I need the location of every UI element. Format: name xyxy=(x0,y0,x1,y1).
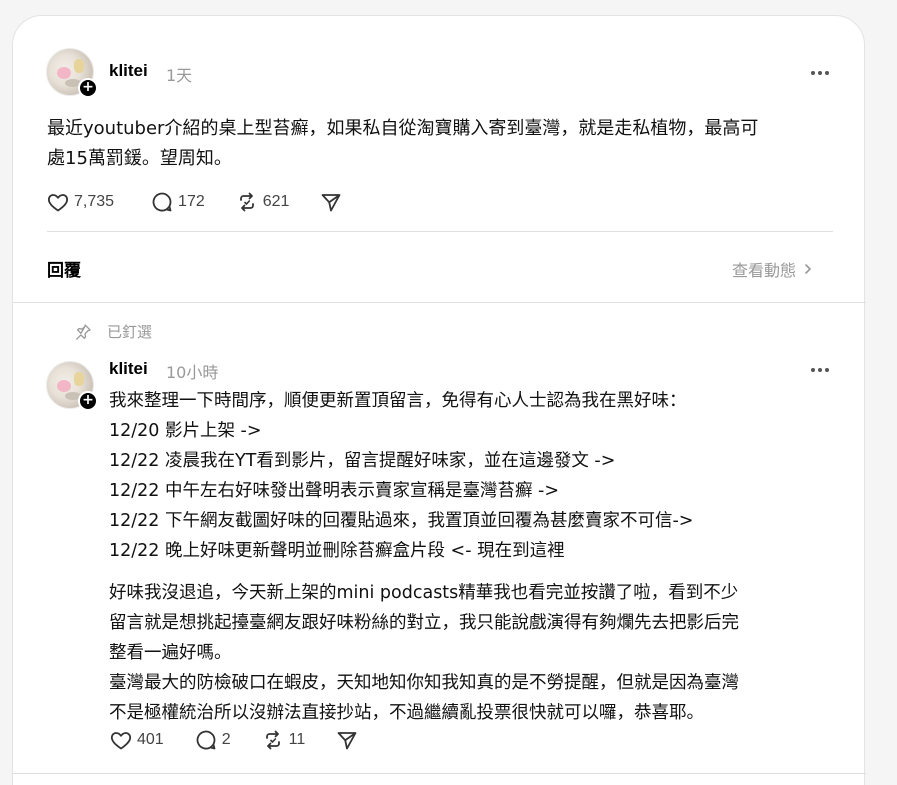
avatar[interactable]: + xyxy=(46,48,98,98)
like-count: 7,735 xyxy=(74,193,115,210)
repost-icon xyxy=(239,192,254,212)
reply-more-options-icon[interactable] xyxy=(809,364,831,376)
follow-plus-icon[interactable]: + xyxy=(78,78,98,98)
repost-count: 621 xyxy=(262,193,290,210)
reply-text-line: 好味我沒退追，今天新上架的mini podcasts精華我也看完並按讚了啦，看到… xyxy=(109,583,739,603)
send-icon xyxy=(322,194,341,212)
view-activity-label: 查看動態 xyxy=(732,261,797,280)
heart-icon xyxy=(110,732,132,750)
post-actions: 7,735 172 621 xyxy=(46,190,373,214)
more-options-icon[interactable] xyxy=(809,67,831,79)
reply-button[interactable]: 2 xyxy=(194,728,231,752)
reply-text-line: 12/22 下午網友截圖好味的回覆貼過來，我置頂並回覆為甚麼賣家不可信-> xyxy=(109,511,694,531)
share-button[interactable] xyxy=(335,728,359,752)
reply-avatar[interactable]: + xyxy=(46,361,98,411)
reply-text-line: 12/22 中午左右好味發出聲明表示賣家宣稱是臺灣苔癬 -> xyxy=(109,481,560,501)
post-body: 最近youtuber介紹的桌上型苔癬，如果私自從淘寶購入寄到臺灣，就是走私植物，… xyxy=(47,114,847,174)
reply-actions: 401 2 11 xyxy=(109,728,389,752)
pinned-indicator: 已釘選 xyxy=(73,321,152,342)
send-icon xyxy=(337,732,357,750)
like-button[interactable]: 7,735 xyxy=(46,190,114,214)
thread-card: + klitei 1天 最近youtuber介紹的桌上型苔癬，如果私自從淘寶購入… xyxy=(12,15,866,785)
reply-text-line: 整看一遍好嗎。 xyxy=(109,643,232,663)
repost-button[interactable]: 11 xyxy=(261,728,306,752)
reply-timestamp[interactable]: 10小時 xyxy=(166,359,218,383)
reply-text-line: 臺灣最大的防檢破口在蝦皮，天知地知你知我知真的是不勞提醒，但就是因為臺灣 xyxy=(109,673,739,693)
reply-text-line: 不是極權統治所以沒辦法直接抄站，不過繼續亂投票很快就可以囉，恭喜耶。 xyxy=(109,703,704,723)
reply-button[interactable]: 172 xyxy=(150,190,205,214)
post-text-line: 處15萬罰鍰。望周知。 xyxy=(47,148,232,169)
follow-plus-icon[interactable]: + xyxy=(78,391,98,411)
pinned-label: 已釘選 xyxy=(107,323,153,341)
like-button[interactable]: 401 xyxy=(109,728,164,752)
repost-button[interactable]: 621 xyxy=(235,190,290,214)
reply-text-line: 12/22 晚上好味更新聲明並刪除苔癬盒片段 <- 現在到這裡 xyxy=(109,541,565,561)
like-count: 401 xyxy=(137,731,164,748)
reply-count: 172 xyxy=(178,193,205,210)
comment-icon xyxy=(196,730,216,750)
divider xyxy=(47,231,833,232)
reply-username[interactable]: klitei xyxy=(109,359,148,379)
section-divider xyxy=(13,773,866,774)
reply-text-line: 12/22 凌晨我在YT看到影片，留言提醒好味家，並在這邊發文 -> xyxy=(109,451,616,471)
heart-icon xyxy=(47,194,69,212)
reply-body: 我來整理一下時間序，順便更新置頂留言，免得有心人士認為我在黑好味： 12/20 … xyxy=(109,386,849,728)
comment-icon xyxy=(152,192,172,212)
replies-heading: 回覆 xyxy=(47,261,81,281)
post-username[interactable]: klitei xyxy=(109,61,148,81)
reply-text-line: 我來整理一下時間序，順便更新置頂留言，免得有心人士認為我在黑好味： xyxy=(109,391,687,411)
reply-text-line: 留言就是想挑起擡臺網友跟好味粉絲的對立，我只能說戲演得有夠爛先去把影后完 xyxy=(109,613,739,633)
chevron-right-icon xyxy=(805,264,811,274)
section-divider xyxy=(13,302,866,303)
share-button[interactable] xyxy=(319,190,343,214)
view-activity-link[interactable]: 查看動態 xyxy=(732,257,814,281)
repost-icon xyxy=(265,730,280,750)
post-text-line: 最近youtuber介紹的桌上型苔癬，如果私自從淘寶購入寄到臺灣，就是走私植物，… xyxy=(47,118,759,139)
reply-count: 2 xyxy=(221,731,231,748)
post-timestamp[interactable]: 1天 xyxy=(166,62,192,86)
reply-text-line: 12/20 影片上架 -> xyxy=(109,421,262,441)
repost-count: 11 xyxy=(288,731,306,748)
pin-icon xyxy=(76,323,91,340)
